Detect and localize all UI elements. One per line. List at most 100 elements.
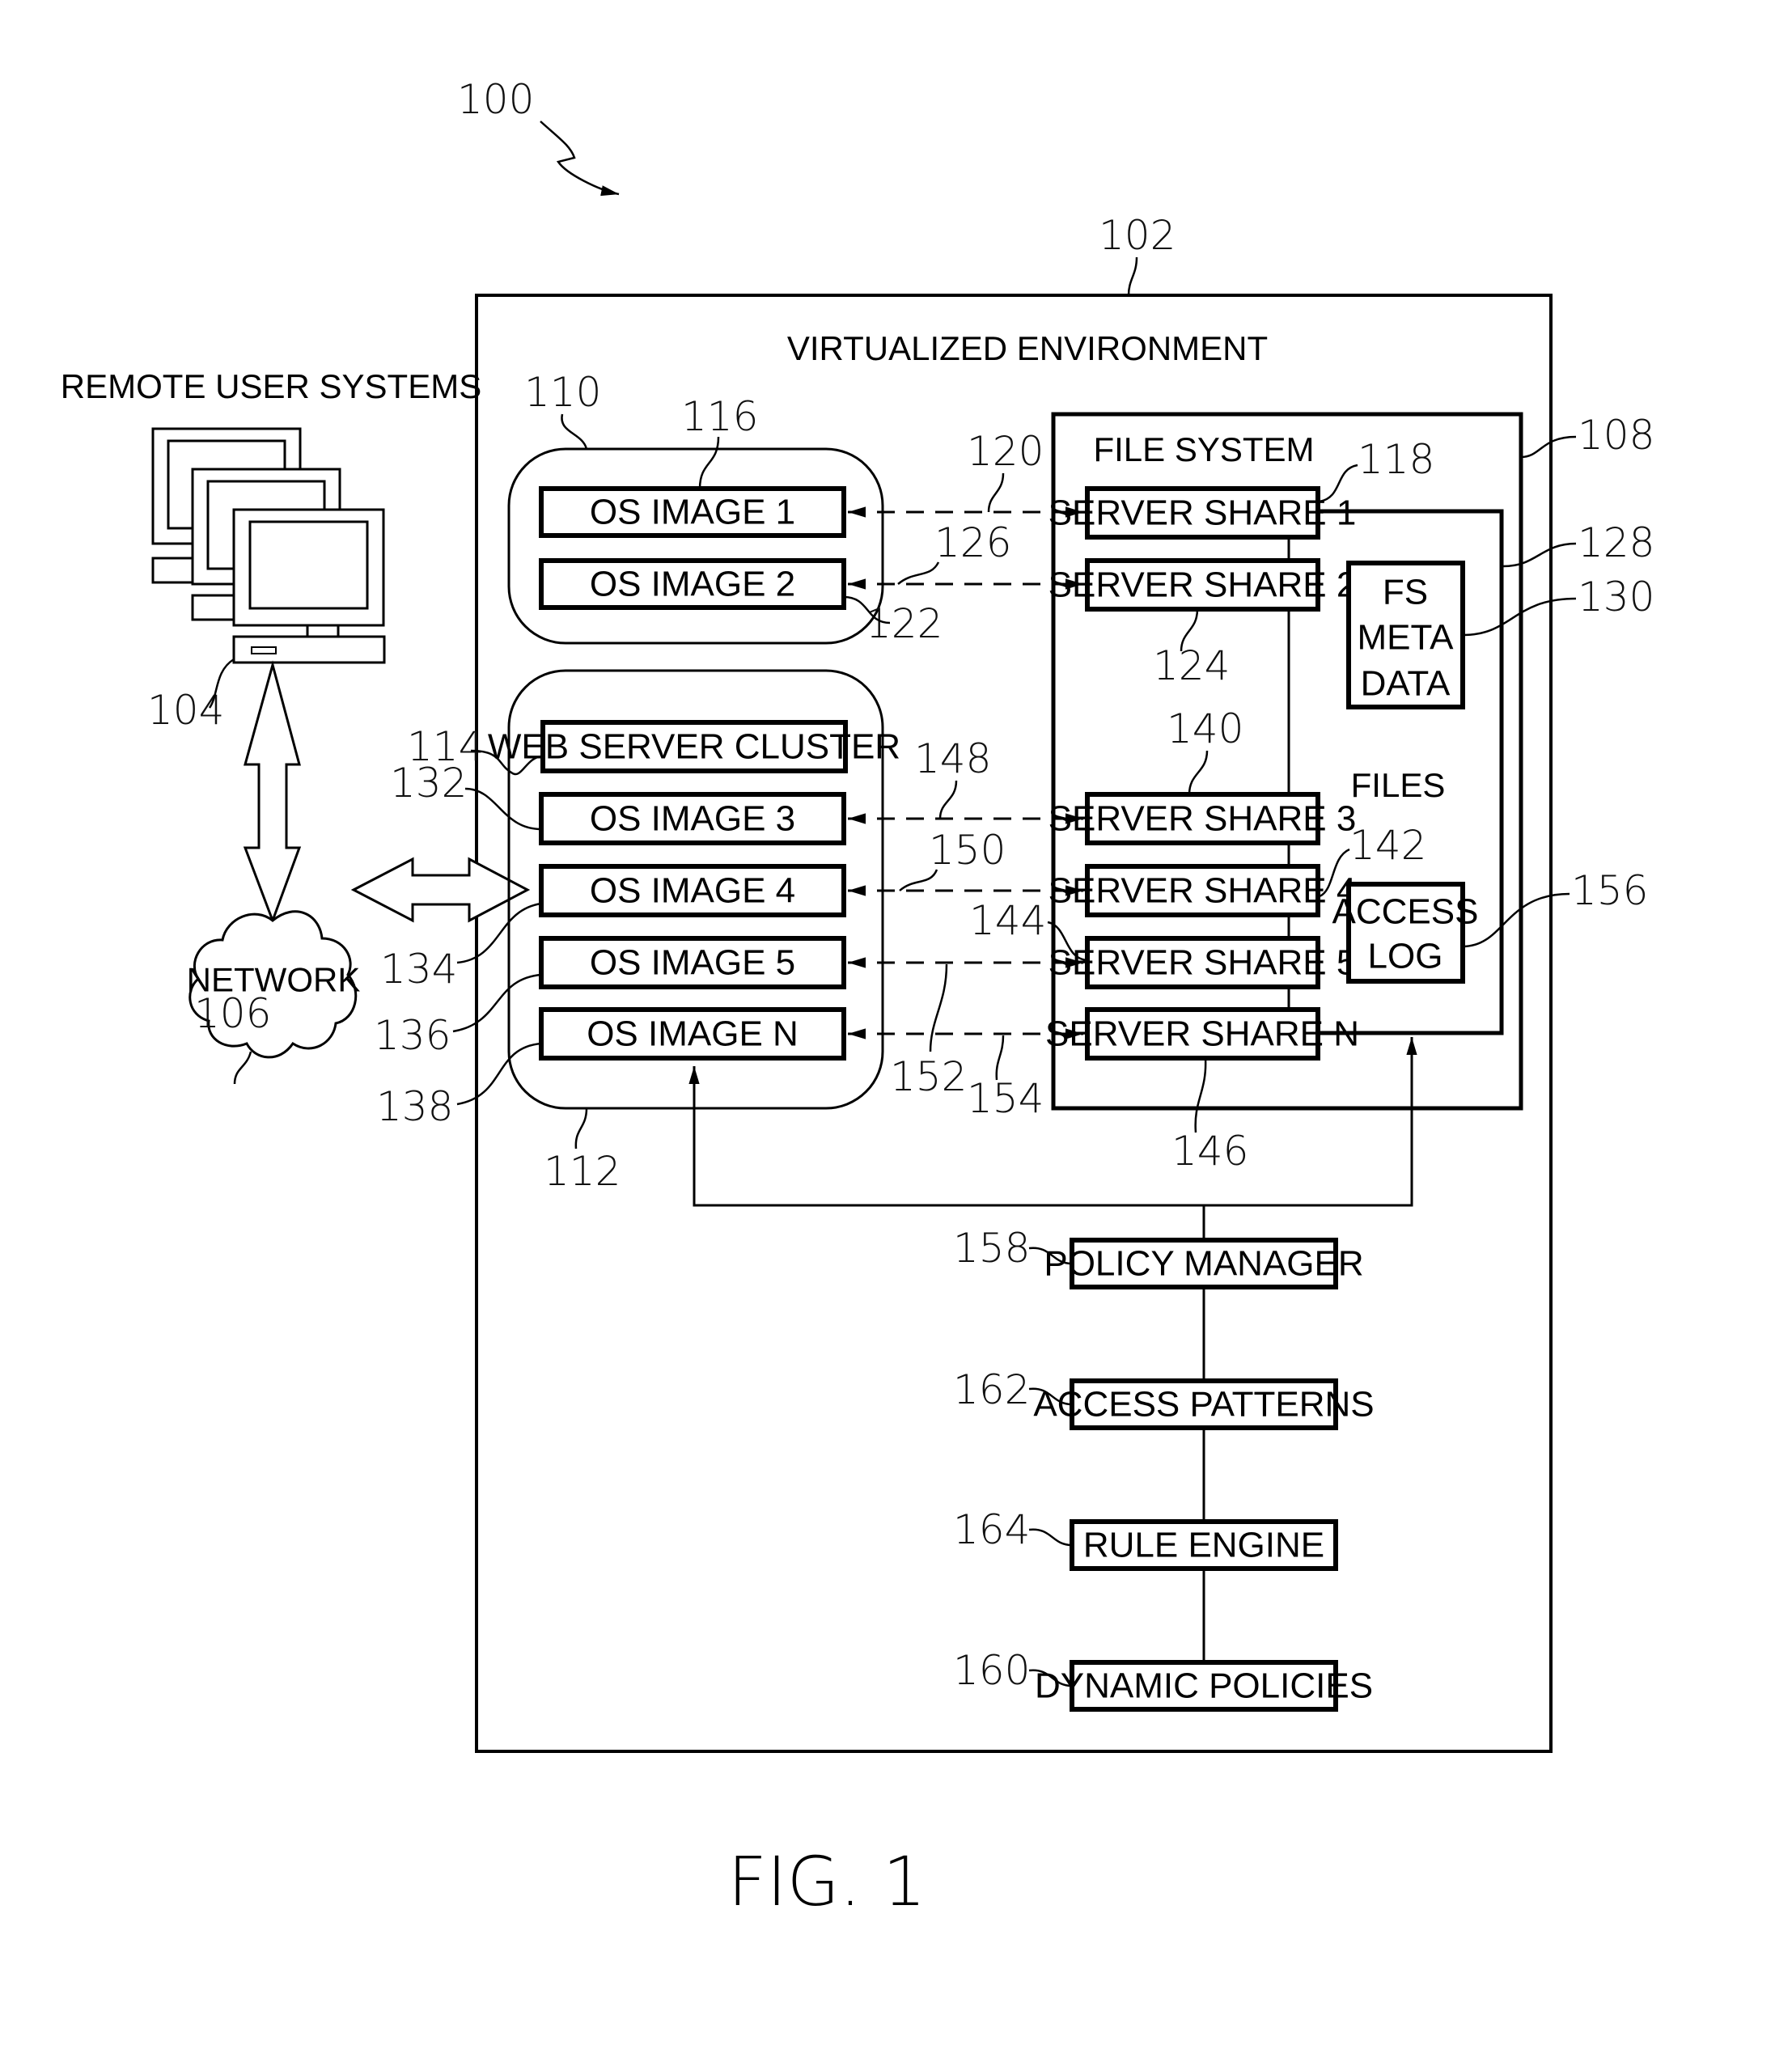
dynamic-policies-box[interactable]: DYNAMIC POLICIES: [1035, 1660, 1373, 1712]
rule-engine-box[interactable]: RULE ENGINE: [1070, 1519, 1338, 1571]
server-share-4-label: SERVER SHARE 4: [1049, 871, 1357, 911]
ref-leader-106: [233, 1051, 252, 1085]
dynamic-policies-label: DYNAMIC POLICIES: [1035, 1666, 1373, 1706]
file-system-title: FILE SYSTEM: [1093, 430, 1314, 468]
connection-120-ref: 120: [967, 428, 1044, 475]
server-share-n[interactable]: SERVER SHARE N: [1045, 1007, 1359, 1061]
os-image-2-label: OS IMAGE 2: [590, 565, 795, 604]
policy-manager-label: POLICY MANAGER: [1044, 1244, 1363, 1284]
ref-leader-148: [938, 780, 958, 819]
fs-metadata-box[interactable]: FS META DATA: [1346, 561, 1465, 709]
ref-leader-164: [1028, 1528, 1073, 1547]
fs-metadata-line-3: DATA: [1361, 664, 1451, 704]
system-ref-label: 100: [457, 76, 534, 123]
ref-leader-140: [1188, 750, 1209, 795]
user-network-double-arrow: [243, 660, 302, 925]
os-image-4-label: OS IMAGE 4: [590, 871, 795, 911]
policy-manager-ref: 158: [953, 1225, 1030, 1272]
rule-engine-ref: 164: [953, 1506, 1030, 1553]
ref-leader-136: [452, 973, 542, 1033]
virtualized-environment-ref: 102: [1099, 212, 1176, 259]
web-server-cluster-label: WEB SERVER CLUSTER: [488, 727, 900, 767]
connection-154-ref: 154: [967, 1075, 1044, 1122]
desktop-computers-icon[interactable]: [151, 427, 386, 664]
access-log-box[interactable]: ACCESS LOG: [1332, 882, 1479, 984]
connection-148-ref: 148: [914, 735, 991, 782]
server-share-2-label: SERVER SHARE 2: [1049, 565, 1357, 605]
remote-users-ref: 104: [147, 687, 224, 734]
ref-leader-112: [574, 1107, 588, 1150]
os-image-5-ref: 136: [374, 1012, 451, 1059]
ref-leader-146: [1194, 1057, 1207, 1133]
connection-152-ref: 152: [890, 1053, 967, 1100]
connection-150-ref: 150: [929, 827, 1006, 874]
ref-leader-128: [1502, 542, 1577, 568]
access-log-line-2: LOG: [1368, 937, 1443, 976]
virtualized-environment-title: VIRTUALIZED ENVIRONMENT: [787, 329, 1268, 367]
os-image-n[interactable]: OS IMAGE N: [539, 1007, 846, 1061]
network-environment-double-arrow: [350, 857, 531, 923]
policy-manager-box[interactable]: POLICY MANAGER: [1044, 1238, 1364, 1289]
fs-metadata-line-2: META: [1358, 618, 1455, 658]
os-image-1-ref: 116: [681, 393, 758, 440]
os-image-4-ref: 134: [380, 946, 457, 993]
os-image-2-ref: 122: [866, 600, 943, 647]
ref-leader-154: [995, 1035, 1005, 1081]
os-image-5-label: OS IMAGE 5: [590, 943, 795, 983]
ref-leader-152: [929, 963, 948, 1052]
os-image-2[interactable]: OS IMAGE 2: [539, 558, 846, 610]
server-share-5-label: SERVER SHARE 5: [1049, 943, 1357, 983]
server-share-1-label: SERVER SHARE 1: [1049, 493, 1357, 533]
files-ref: 128: [1578, 519, 1654, 566]
files-label: FILES: [1351, 766, 1446, 804]
remote-users-title: REMOTE USER SYSTEMS: [61, 367, 481, 405]
server-share-4[interactable]: SERVER SHARE 4: [1049, 864, 1357, 917]
policy-to-files-line: [1204, 1037, 1417, 1207]
system-ref-leader: [540, 121, 620, 197]
patent-diagram: 100 102 VIRTUALIZED ENVIRONMENT REMOTE U…: [61, 76, 1655, 1921]
ref-leader-126: [897, 561, 940, 585]
os-group-110: [507, 447, 884, 645]
server-share-3-ref: 140: [1167, 705, 1243, 752]
server-share-2-ref: 124: [1153, 642, 1230, 689]
server-share-1[interactable]: SERVER SHARE 1: [1049, 486, 1357, 540]
figure-caption: FIG. 1: [727, 1842, 926, 1921]
connection-126-ref: 126: [934, 519, 1011, 566]
access-patterns-box[interactable]: ACCESS PATTERNS: [1033, 1378, 1375, 1430]
server-share-3[interactable]: SERVER SHARE 3: [1049, 792, 1357, 845]
web-server-cluster[interactable]: WEB SERVER CLUSTER: [488, 720, 900, 773]
server-share-5-ref: 144: [969, 897, 1046, 944]
server-share-n-label: SERVER SHARE N: [1045, 1014, 1359, 1054]
os-image-1-label: OS IMAGE 1: [590, 493, 795, 532]
dynamic-policies-ref: 160: [953, 1647, 1030, 1694]
group-112-ref: 112: [544, 1148, 621, 1195]
os-image-4[interactable]: OS IMAGE 4: [539, 864, 846, 917]
ref-leader-120: [987, 472, 1005, 513]
server-share-5[interactable]: SERVER SHARE 5: [1049, 936, 1357, 989]
os-image-1[interactable]: OS IMAGE 1: [539, 486, 846, 538]
network-ref: 106: [194, 990, 271, 1037]
ref-leader-156: [1462, 892, 1570, 948]
file-system-ref: 108: [1578, 412, 1654, 459]
server-share-n-ref: 146: [1171, 1128, 1248, 1175]
server-share-1-ref: 118: [1358, 436, 1434, 483]
access-patterns-label: ACCESS PATTERNS: [1033, 1385, 1374, 1425]
access-log-ref: 156: [1571, 867, 1648, 914]
fs-metadata-line-1: FS: [1383, 573, 1428, 612]
ref-leader-102: [1127, 256, 1138, 296]
os-image-3[interactable]: OS IMAGE 3: [539, 792, 846, 845]
server-share-2[interactable]: SERVER SHARE 2: [1049, 558, 1357, 612]
group-110-ref: 110: [524, 369, 601, 416]
rule-engine-label: RULE ENGINE: [1083, 1526, 1324, 1565]
access-log-line-1: ACCESS: [1332, 892, 1479, 932]
os-image-3-label: OS IMAGE 3: [590, 799, 795, 839]
fs-metadata-ref: 130: [1578, 574, 1654, 620]
ref-leader-116: [698, 436, 720, 489]
os-image-5[interactable]: OS IMAGE 5: [539, 936, 846, 989]
os-image-n-ref: 138: [376, 1083, 453, 1130]
os-image-n-label: OS IMAGE N: [587, 1014, 799, 1054]
access-patterns-ref: 162: [953, 1366, 1030, 1413]
server-share-3-label: SERVER SHARE 3: [1049, 799, 1357, 839]
ref-leader-110: [561, 413, 588, 450]
os-image-3-ref: 132: [390, 760, 467, 807]
